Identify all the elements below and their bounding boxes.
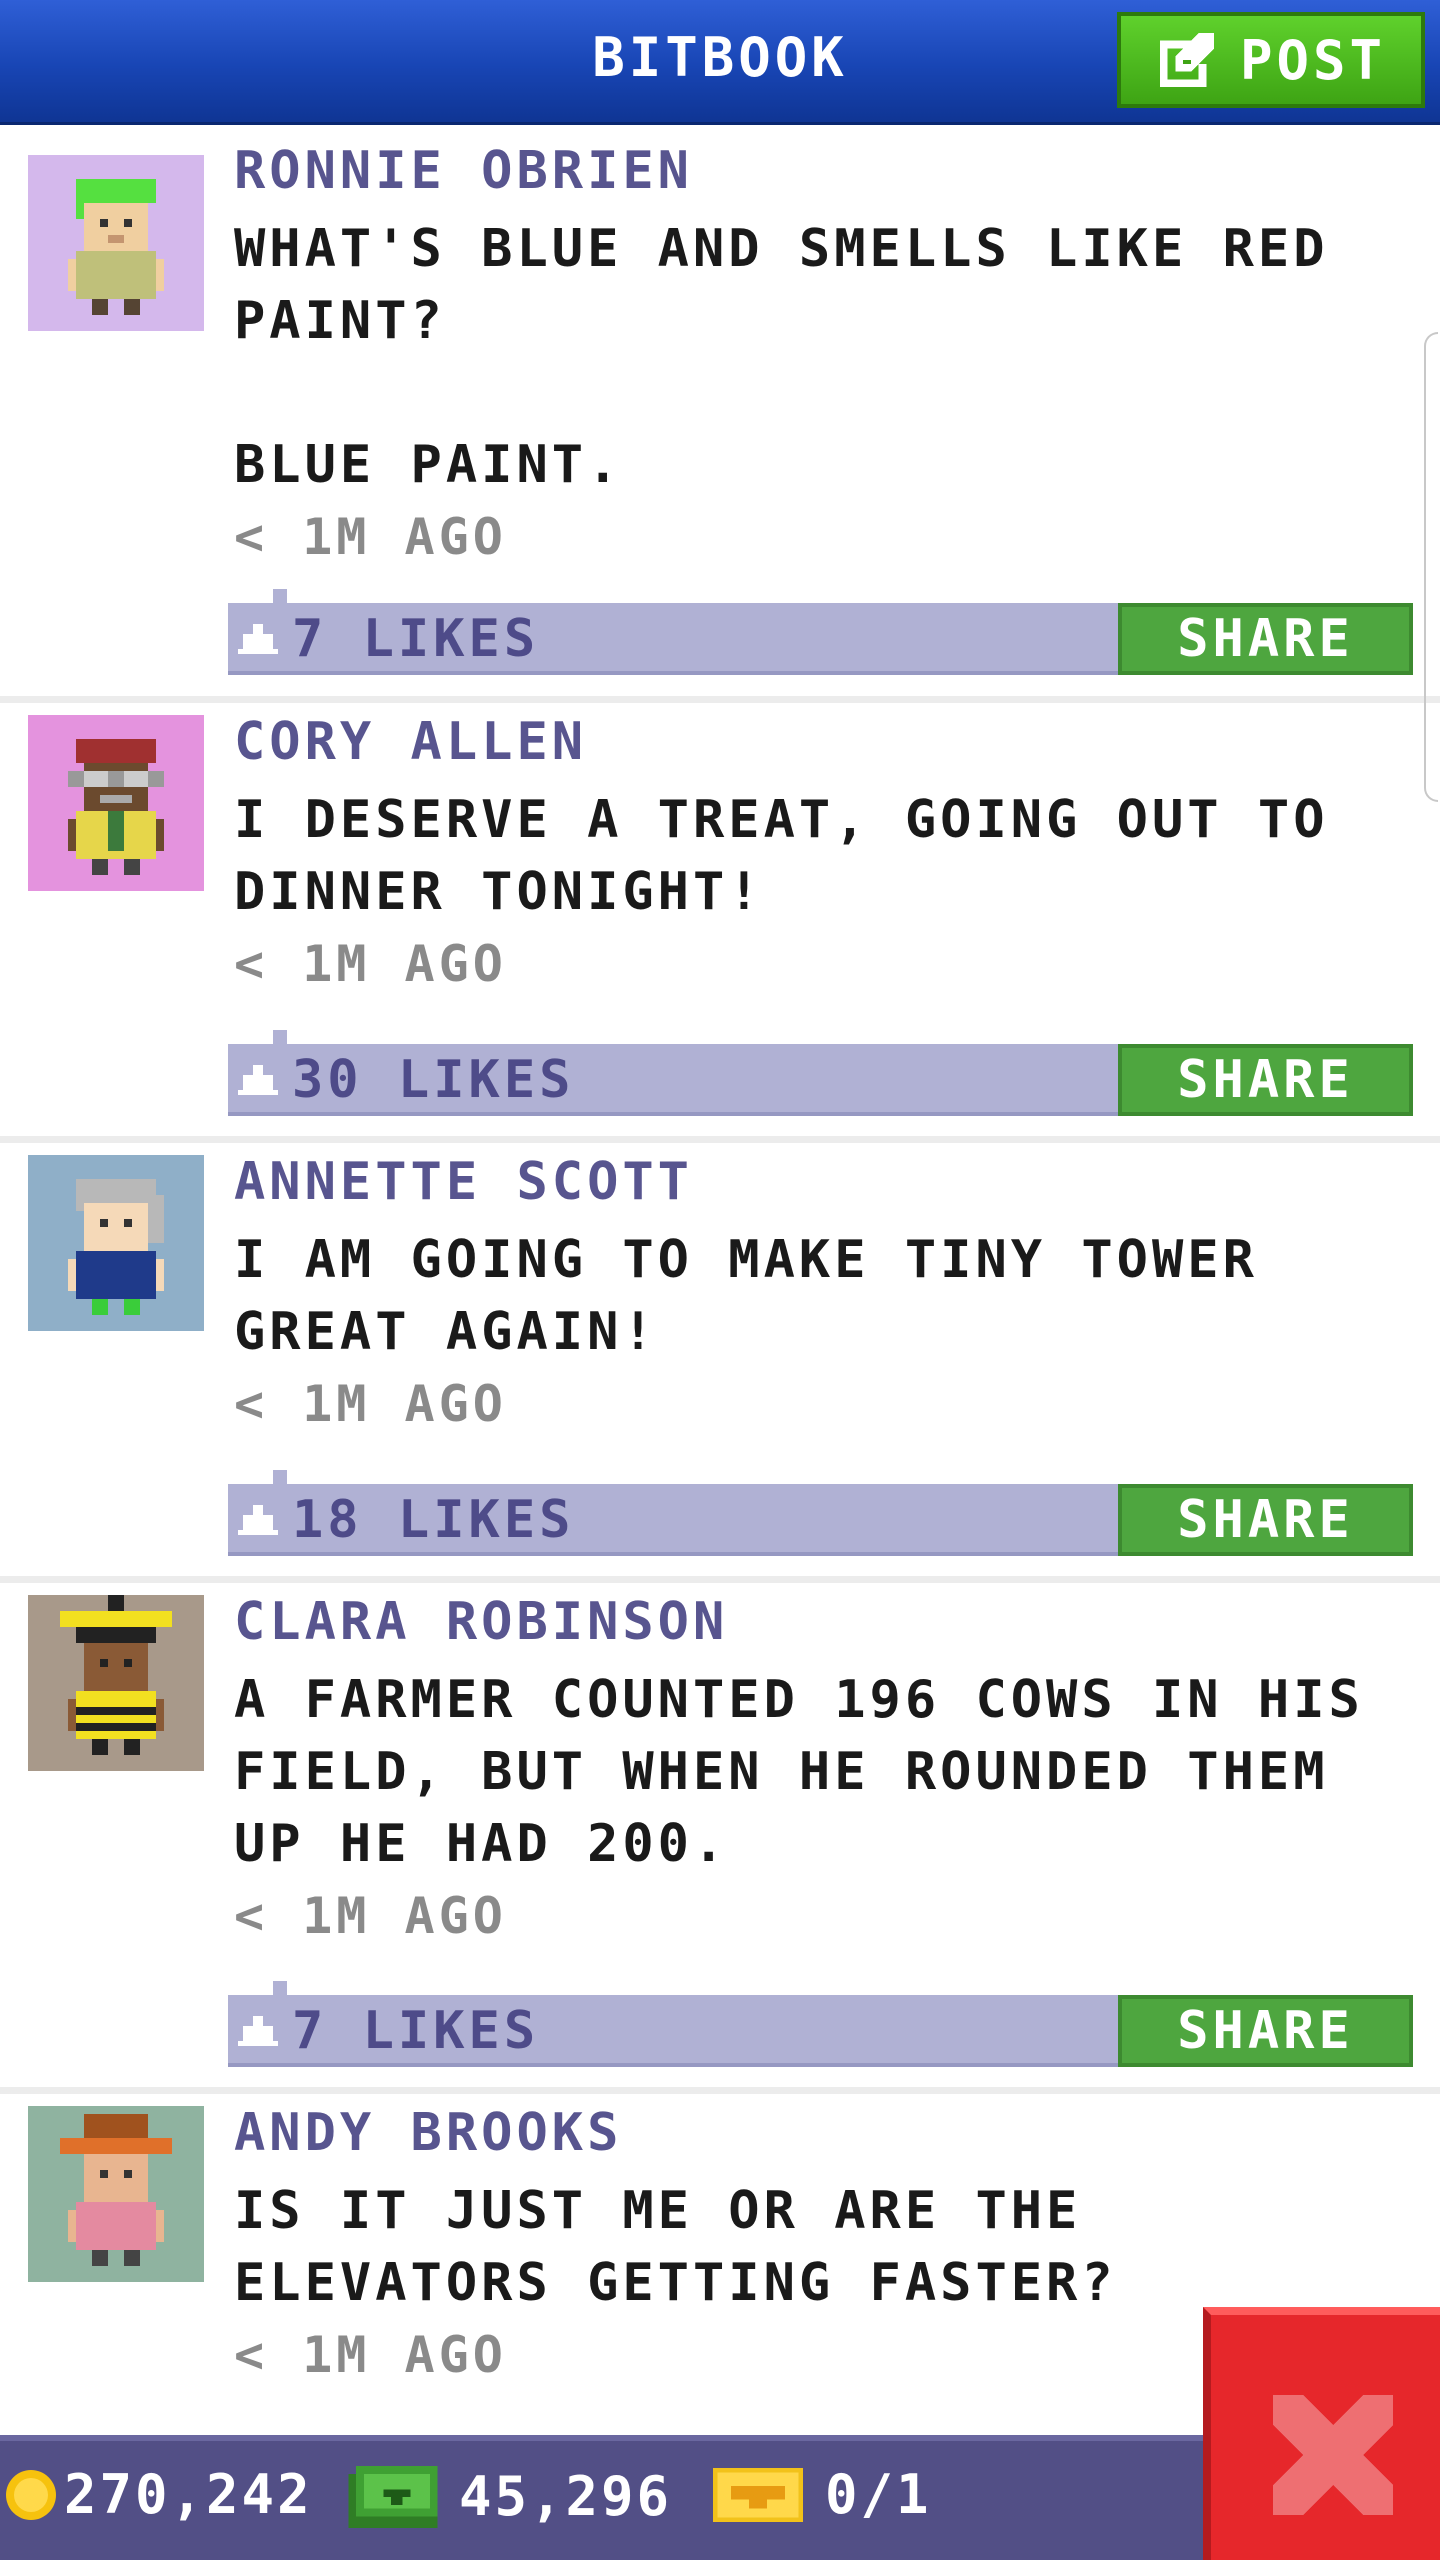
feed-post: CLARA ROBINSON A FARMER COUNTED 196 COWS… — [0, 1583, 1440, 2087]
post-timestamp: < 1M AGO — [234, 935, 507, 993]
thumbs-up-icon — [238, 2016, 278, 2046]
feed-post: CORY ALLEN I DESERVE A TREAT, GOING OUT … — [0, 703, 1440, 1136]
post-divider — [0, 696, 1440, 703]
post-action-bar: 18 LIKES SHARE — [228, 1470, 1413, 1556]
like-count: 18 LIKES — [292, 1490, 575, 1550]
close-icon — [1273, 2395, 1393, 2515]
bux-counter: 45,296 — [347, 2465, 672, 2528]
post-timestamp: < 1M AGO — [234, 508, 507, 566]
post-divider — [0, 1136, 1440, 1143]
bux-value: 45,296 — [459, 2465, 673, 2528]
post-action-bar: 7 LIKES SHARE — [228, 1981, 1413, 2067]
post-author[interactable]: CORY ALLEN — [234, 712, 1419, 772]
news-feed[interactable]: RONNIE OBRIEN WHAT'S BLUE AND SMELLS LIK… — [0, 125, 1440, 2435]
edit-icon — [1159, 32, 1215, 88]
like-button[interactable]: 7 LIKES — [238, 609, 539, 669]
golden-ticket-icon — [713, 2467, 803, 2522]
thumbs-up-icon — [238, 624, 278, 654]
tickets-counter: 0/1 — [713, 2463, 932, 2526]
avatar[interactable] — [28, 715, 204, 891]
avatar[interactable] — [28, 1155, 204, 1331]
like-button[interactable]: 18 LIKES — [238, 1490, 574, 1550]
coin-icon — [6, 2469, 56, 2520]
scroll-indicator[interactable] — [1424, 332, 1438, 802]
coins-counter: 270,242 — [6, 2463, 313, 2526]
app-header: BITBOOK POST — [0, 0, 1440, 125]
bux-icon — [348, 2465, 438, 2528]
share-button[interactable]: SHARE — [1118, 1995, 1413, 2067]
feed-post: ANNETTE SCOTT I AM GOING TO MAKE TINY TO… — [0, 1143, 1440, 1576]
tickets-value: 0/1 — [825, 2463, 932, 2526]
thumbs-up-icon — [238, 1505, 278, 1535]
avatar[interactable] — [28, 1595, 204, 1771]
post-message: A FARMER COUNTED 196 COWS IN HIS FIELD, … — [234, 1670, 1364, 1874]
thumbs-up-icon — [238, 1065, 278, 1095]
like-count: 30 LIKES — [292, 1050, 575, 1110]
like-button[interactable]: 7 LIKES — [238, 2001, 539, 2061]
coins-value: 270,242 — [64, 2463, 313, 2526]
post-author[interactable]: ANNETTE SCOTT — [234, 1152, 1419, 1212]
post-message: WHAT'S BLUE AND SMELLS LIKE RED PAINT? B… — [234, 219, 1329, 495]
post-divider — [0, 1576, 1440, 1583]
post-divider — [0, 2087, 1440, 2094]
post-message: I AM GOING TO MAKE TINY TOWER GREAT AGAI… — [234, 1230, 1258, 1362]
share-button[interactable]: SHARE — [1118, 603, 1413, 675]
avatar[interactable] — [28, 155, 204, 331]
feed-post: RONNIE OBRIEN WHAT'S BLUE AND SMELLS LIK… — [0, 125, 1440, 696]
post-author[interactable]: RONNIE OBRIEN — [234, 141, 1419, 201]
share-button[interactable]: SHARE — [1118, 1484, 1413, 1556]
like-count: 7 LIKES — [292, 609, 540, 669]
post-action-bar: 7 LIKES SHARE — [228, 589, 1413, 675]
post-button[interactable]: POST — [1117, 12, 1425, 108]
share-button[interactable]: SHARE — [1118, 1044, 1413, 1116]
like-count: 7 LIKES — [292, 2001, 540, 2061]
post-message: I DESERVE A TREAT, GOING OUT TO DINNER T… — [234, 790, 1329, 922]
post-message: IS IT JUST ME OR ARE THE ELEVATORS GETTI… — [234, 2181, 1117, 2313]
post-timestamp: < 1M AGO — [234, 1887, 507, 1945]
post-author[interactable]: ANDY BROOKS — [234, 2103, 1419, 2163]
like-button[interactable]: 30 LIKES — [238, 1050, 574, 1110]
post-author[interactable]: CLARA ROBINSON — [234, 1592, 1419, 1652]
post-button-label: POST — [1239, 28, 1387, 92]
close-button[interactable] — [1203, 2307, 1440, 2560]
post-action-bar: 30 LIKES SHARE — [228, 1030, 1413, 1116]
avatar[interactable] — [28, 2106, 204, 2282]
post-timestamp: < 1M AGO — [234, 1375, 507, 1433]
